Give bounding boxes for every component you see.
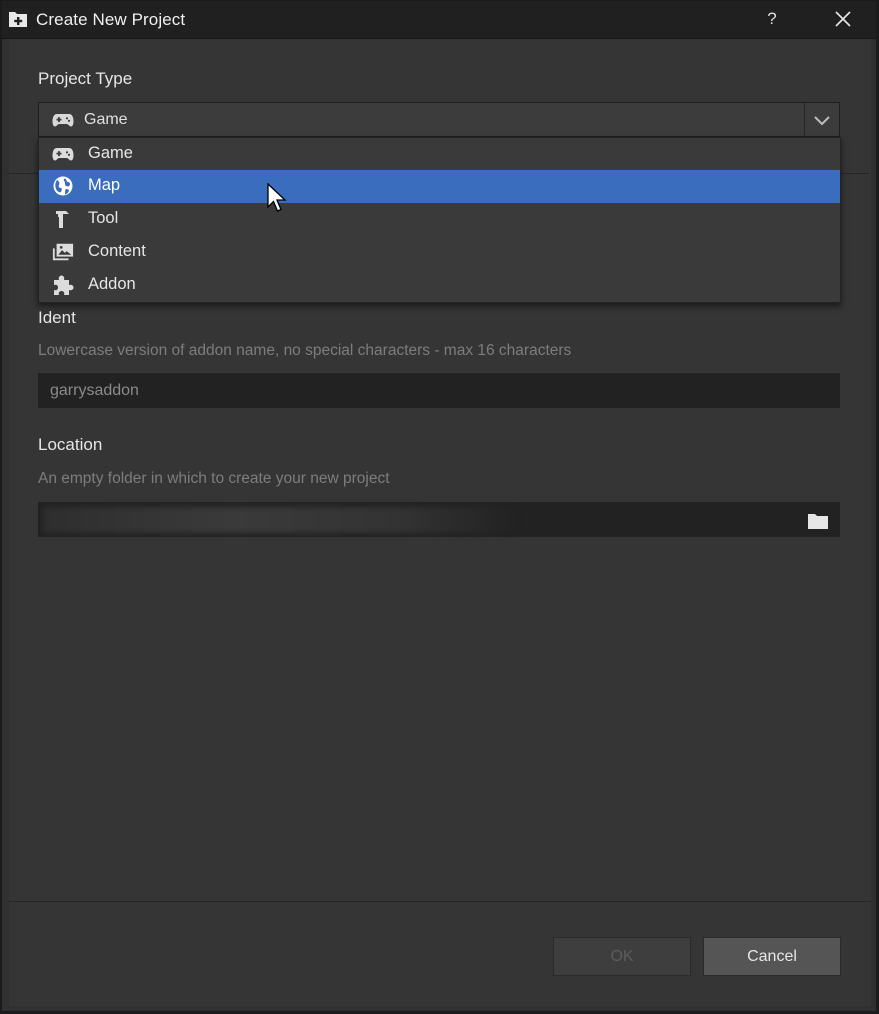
project-type-value: Game (84, 111, 128, 128)
ident-hint: Lowercase version of addon name, no spec… (38, 342, 572, 359)
ident-input[interactable]: garrysaddon (38, 373, 840, 408)
project-type-dropdown: Game Map Tool Content Addon (38, 137, 841, 303)
chevron-down-icon[interactable] (804, 103, 839, 136)
dialog-title: Create New Project (36, 10, 186, 29)
puzzle-icon (54, 275, 74, 295)
dropdown-item-label: Map (88, 176, 121, 194)
dropdown-item-label: Addon (88, 275, 136, 293)
help-button[interactable]: ? (754, 5, 790, 33)
mouse-cursor-icon (267, 183, 287, 212)
redacted-path (43, 507, 519, 533)
project-type-select[interactable]: Game (38, 102, 840, 137)
ident-value: garrysaddon (50, 382, 139, 399)
gamepad-icon (52, 148, 74, 161)
ok-button[interactable]: OK (553, 937, 691, 976)
dropdown-item-label: Tool (88, 209, 119, 227)
location-label: Location (38, 435, 103, 454)
dropdown-item-content[interactable]: Content (39, 236, 840, 269)
project-type-label: Project Type (38, 69, 133, 88)
dropdown-item-map[interactable]: Map (39, 170, 840, 203)
images-icon (52, 243, 74, 261)
globe-icon (53, 176, 73, 196)
location-hint: An empty folder in which to create your … (38, 470, 390, 487)
location-input[interactable] (38, 502, 840, 537)
hammer-icon (56, 211, 69, 228)
close-icon[interactable] (820, 3, 866, 35)
dropdown-item-game[interactable]: Game (39, 138, 840, 171)
dropdown-item-label: Content (88, 242, 146, 260)
dropdown-item-label: Game (88, 144, 133, 162)
title-bar: Create New Project ? (2, 1, 876, 39)
dropdown-item-addon[interactable]: Addon (39, 269, 840, 302)
folder-icon[interactable] (807, 512, 829, 530)
ident-label: Ident (38, 308, 76, 327)
cancel-button[interactable]: Cancel (703, 937, 841, 976)
new-folder-icon (9, 12, 27, 27)
dropdown-item-tool[interactable]: Tool (39, 203, 840, 236)
gamepad-icon (52, 114, 74, 127)
